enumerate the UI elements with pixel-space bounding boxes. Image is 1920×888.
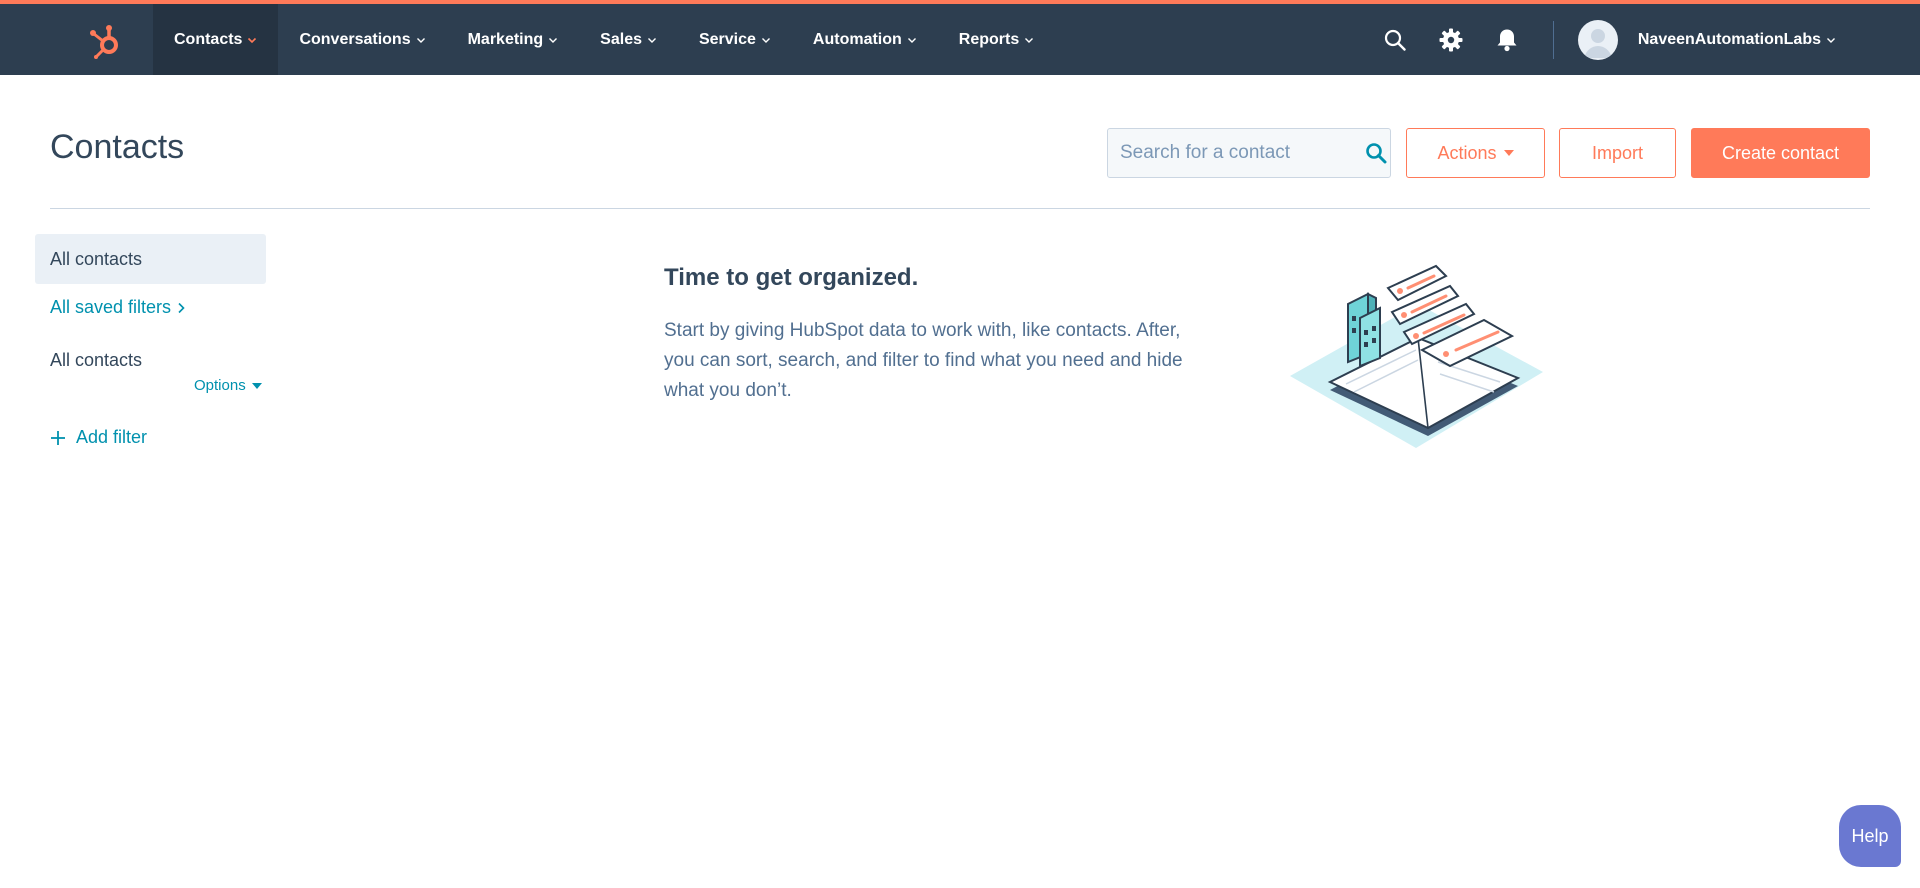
chevron-down-icon bbox=[761, 37, 770, 43]
chevron-down-icon bbox=[1827, 37, 1835, 43]
actions-button[interactable]: Actions bbox=[1406, 128, 1545, 178]
import-button[interactable]: Import bbox=[1559, 128, 1676, 178]
nav-item-automation[interactable]: Automation bbox=[792, 4, 938, 75]
caret-down-icon bbox=[1503, 150, 1514, 156]
options-dropdown[interactable]: Options bbox=[194, 377, 262, 394]
top-right-controls: NaveenAutomationLabs bbox=[1367, 4, 1920, 75]
help-button[interactable]: Help bbox=[1839, 805, 1901, 867]
search-input[interactable] bbox=[1120, 142, 1365, 164]
add-filter-button[interactable]: Add filter bbox=[50, 427, 147, 448]
chevron-down-icon bbox=[248, 37, 257, 43]
account-menu[interactable]: NaveenAutomationLabs bbox=[1577, 19, 1920, 60]
nav-item-label: Automation bbox=[812, 30, 902, 48]
create-contact-button-label: Create contact bbox=[1721, 142, 1840, 163]
add-filter-label: Add filter bbox=[76, 427, 148, 447]
chevron-down-icon bbox=[647, 37, 656, 43]
nav-divider bbox=[1552, 20, 1554, 59]
open-book-illustration bbox=[1290, 264, 1543, 448]
empty-state-heading: Time to get organized. bbox=[664, 264, 919, 291]
current-view-label: All contacts bbox=[50, 350, 143, 370]
empty-state-body: Start by giving HubSpot data to work wit… bbox=[664, 320, 1183, 401]
contact-search bbox=[1107, 128, 1391, 178]
nav-item-sales[interactable]: Sales bbox=[579, 4, 678, 75]
top-navigation-bar: Contacts Conversations Marketing Sales S… bbox=[0, 0, 1920, 75]
search-icon[interactable] bbox=[1367, 4, 1423, 75]
chevron-down-icon bbox=[907, 37, 916, 43]
sidebar-item-label: All contacts bbox=[50, 248, 143, 269]
options-label: Options bbox=[194, 377, 246, 394]
chevron-down-icon bbox=[416, 37, 425, 43]
search-icon[interactable] bbox=[1365, 140, 1387, 166]
nav-item-label: Marketing bbox=[467, 30, 544, 48]
all-saved-filters-link[interactable]: All saved filters bbox=[50, 297, 185, 318]
nav-item-label: Conversations bbox=[299, 30, 411, 48]
nav-item-reports[interactable]: Reports bbox=[938, 4, 1055, 75]
caret-down-icon bbox=[251, 382, 262, 389]
sidebar-item-all-contacts[interactable]: All contacts bbox=[35, 234, 266, 284]
chevron-right-icon bbox=[178, 302, 185, 313]
nav-item-contacts[interactable]: Contacts bbox=[153, 4, 279, 75]
hubspot-logo-icon[interactable] bbox=[84, 20, 126, 62]
bell-icon[interactable] bbox=[1479, 4, 1535, 75]
nav-item-label: Sales bbox=[600, 30, 642, 48]
nav-item-marketing[interactable]: Marketing bbox=[447, 4, 580, 75]
actions-button-label: Actions bbox=[1437, 142, 1497, 163]
nav-item-label: Service bbox=[698, 30, 756, 48]
plus-icon bbox=[51, 430, 65, 445]
account-name-label: NaveenAutomationLabs bbox=[1637, 30, 1821, 48]
help-button-label: Help bbox=[1851, 825, 1889, 846]
page-title: Contacts bbox=[50, 128, 185, 166]
chevron-down-icon bbox=[549, 37, 558, 43]
nav-item-label: Contacts bbox=[174, 30, 243, 48]
nav-item-label: Reports bbox=[958, 30, 1020, 48]
create-contact-button[interactable]: Create contact bbox=[1691, 128, 1870, 178]
import-button-label: Import bbox=[1591, 142, 1643, 163]
nav-item-service[interactable]: Service bbox=[678, 4, 792, 75]
account-name: NaveenAutomationLabs bbox=[1638, 31, 1836, 49]
nav-item-conversations[interactable]: Conversations bbox=[278, 4, 446, 75]
avatar bbox=[1577, 19, 1618, 60]
main-nav: Contacts Conversations Marketing Sales S… bbox=[153, 4, 1055, 75]
header-divider bbox=[50, 208, 1870, 209]
gear-icon[interactable] bbox=[1423, 4, 1479, 75]
chevron-down-icon bbox=[1025, 37, 1034, 43]
saved-filters-label: All saved filters bbox=[50, 297, 172, 317]
